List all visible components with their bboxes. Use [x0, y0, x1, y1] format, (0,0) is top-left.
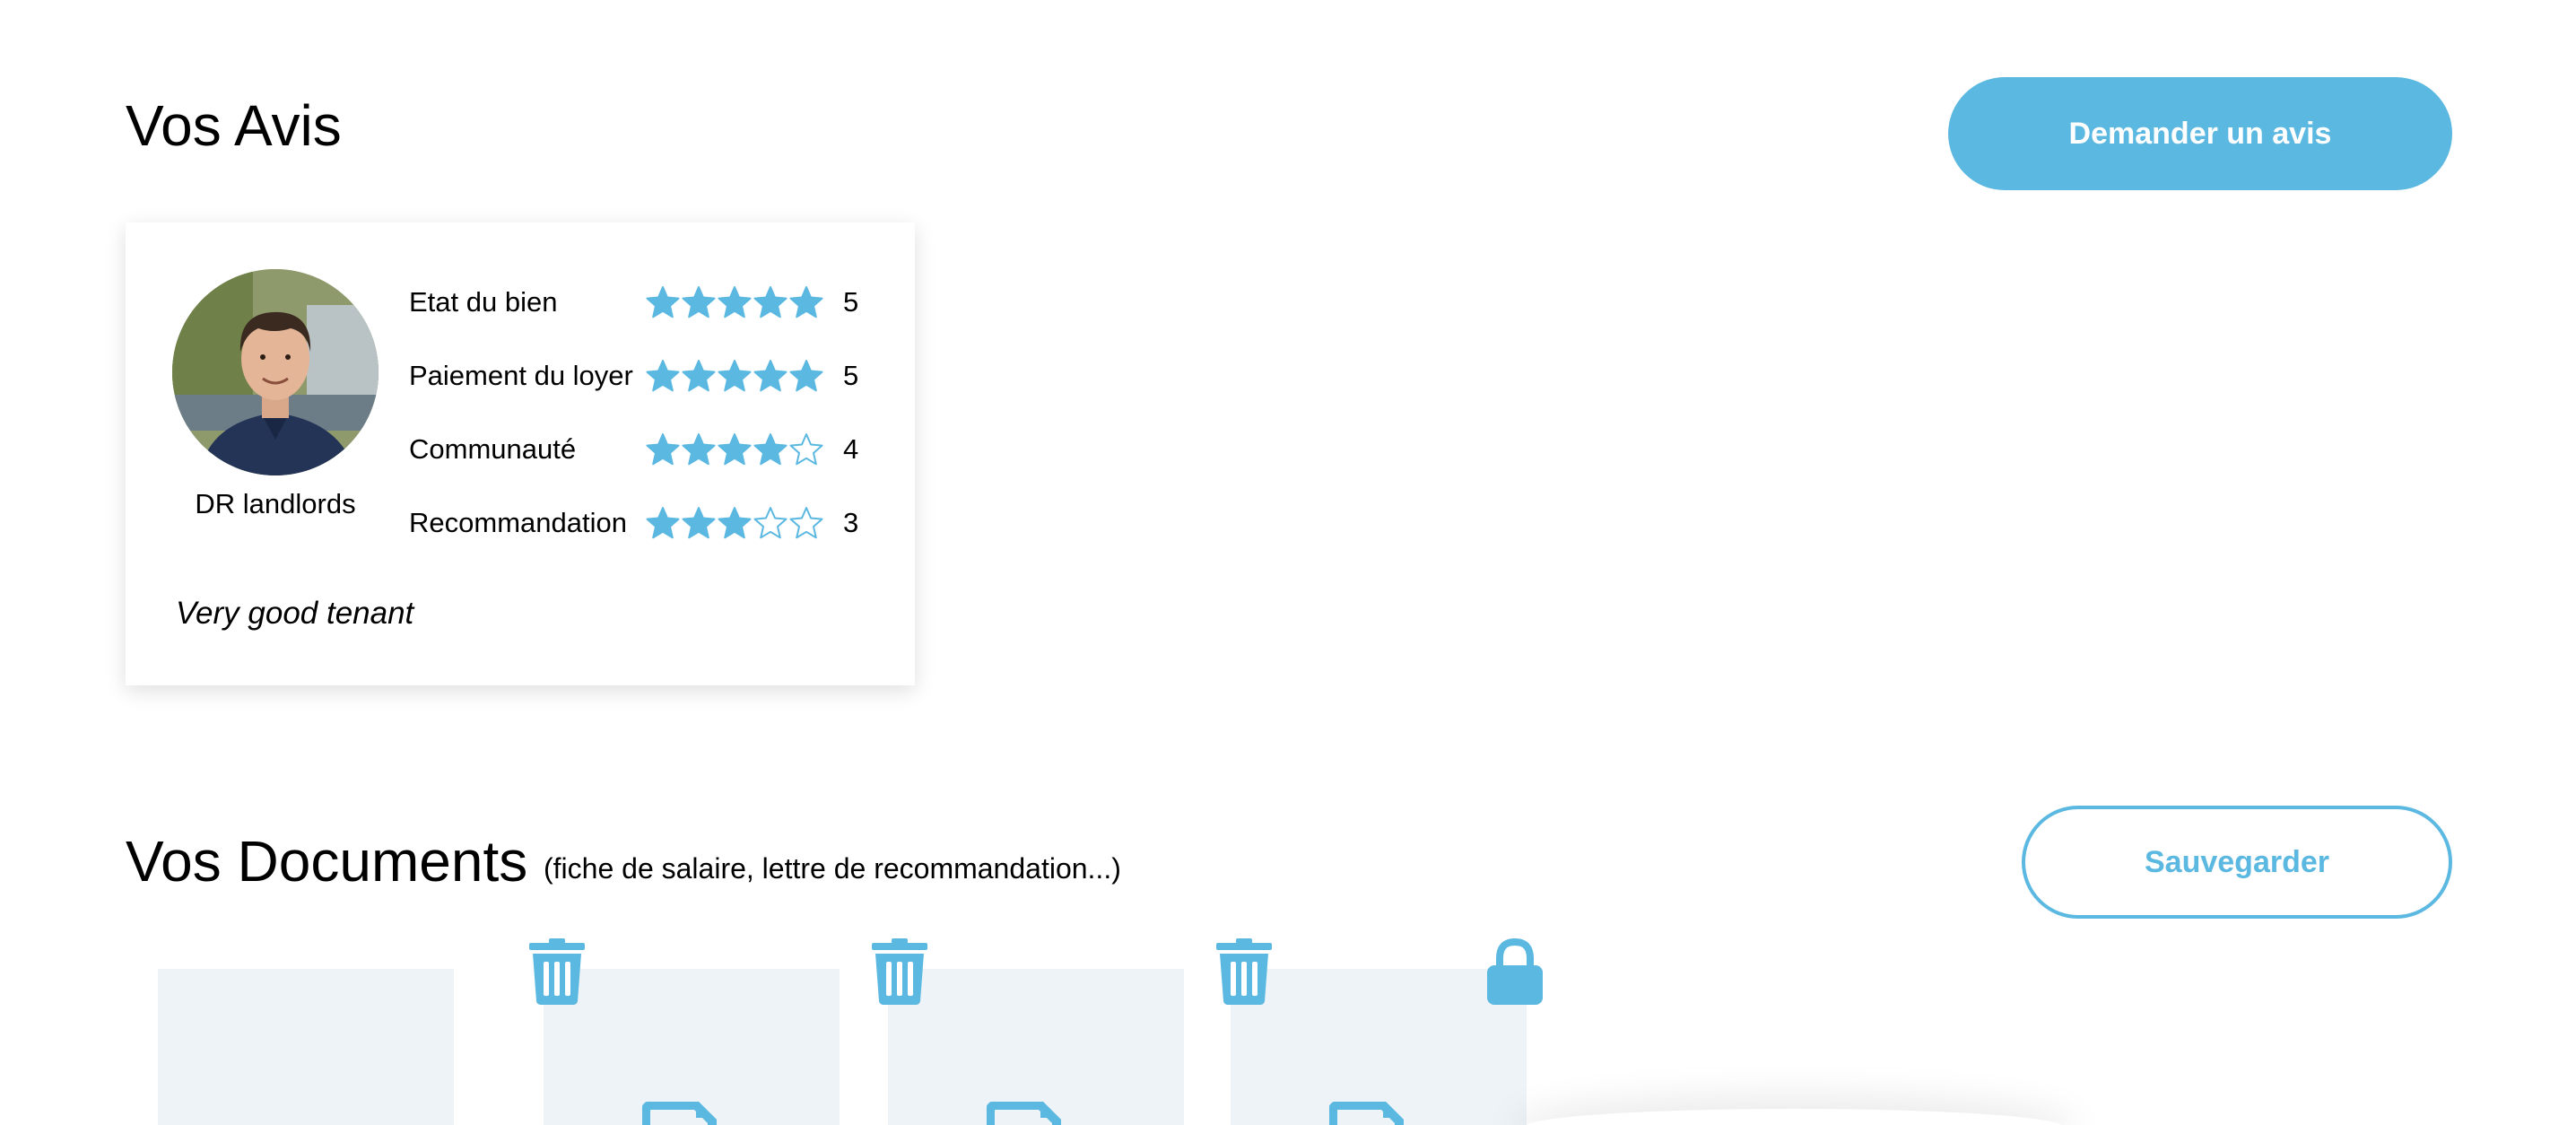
- star-filled-icon: [682, 433, 716, 466]
- star-filled-icon: [718, 286, 752, 318]
- reviewer-name: DR landlords: [195, 488, 356, 519]
- file-icon: [987, 1102, 1061, 1125]
- star-filled-icon: [682, 286, 716, 318]
- star-filled-icon: [646, 507, 680, 539]
- file-icon: [642, 1102, 717, 1125]
- star-rating: [646, 432, 829, 467]
- rating-label: Communauté: [409, 433, 577, 465]
- star-filled-icon: [718, 433, 752, 466]
- trash-icon[interactable]: [527, 938, 587, 1005]
- document-upload-tile[interactable]: [158, 969, 454, 1125]
- star-filled-icon: [789, 286, 823, 318]
- star-filled-icon: [718, 507, 752, 539]
- rating-label: Etat du bien: [409, 286, 558, 318]
- rating-row-communaute: Communauté 4: [409, 413, 858, 486]
- star-filled-icon: [753, 286, 788, 318]
- star-rating: [646, 285, 829, 319]
- star-empty-icon: [753, 507, 788, 539]
- overlay-shadow: [1525, 1109, 2063, 1125]
- rating-score: 5: [843, 286, 859, 318]
- trash-icon[interactable]: [1214, 938, 1274, 1005]
- star-filled-icon: [646, 286, 680, 318]
- star-filled-icon: [753, 360, 788, 392]
- file-icon: [1329, 1102, 1404, 1125]
- star-filled-icon: [789, 360, 823, 392]
- rating-score: 5: [843, 360, 859, 391]
- rating-criteria-list: Etat du bien 5 Paiement du loyer 5 Commu…: [409, 266, 858, 560]
- trash-icon[interactable]: [870, 938, 929, 1005]
- avatar: [172, 269, 379, 475]
- star-rating: [646, 359, 829, 393]
- profile-page: Vos Avis Demander un avis DR landlords E…: [0, 0, 2576, 1125]
- rating-label: Recommandation: [409, 507, 627, 538]
- star-empty-icon: [789, 507, 823, 539]
- reviewer-photo: [172, 269, 379, 475]
- review-comment: Very good tenant: [176, 596, 414, 631]
- star-filled-icon: [646, 433, 680, 466]
- rating-label: Paiement du loyer: [409, 360, 633, 391]
- save-button[interactable]: Sauvegarder: [2022, 806, 2452, 919]
- lock-icon[interactable]: [1485, 938, 1545, 1005]
- documents-title: Vos Documents: [126, 829, 528, 894]
- star-empty-icon: [789, 433, 823, 466]
- rating-score: 4: [843, 433, 859, 465]
- request-review-button[interactable]: Demander un avis: [1948, 77, 2452, 190]
- rating-score: 3: [843, 507, 859, 538]
- rating-row-paiement-du-loyer: Paiement du loyer 5: [409, 339, 858, 413]
- star-filled-icon: [753, 433, 788, 466]
- rating-row-etat-du-bien: Etat du bien 5: [409, 266, 858, 339]
- star-filled-icon: [682, 360, 716, 392]
- star-filled-icon: [682, 507, 716, 539]
- rating-row-recommandation: Recommandation 3: [409, 486, 858, 560]
- review-card: DR landlords Etat du bien 5 Paiement du …: [126, 222, 915, 685]
- star-filled-icon: [646, 360, 680, 392]
- star-rating: [646, 506, 829, 540]
- documents-subtitle: (fiche de salaire, lettre de recommandat…: [544, 852, 1121, 885]
- star-filled-icon: [718, 360, 752, 392]
- reviews-title: Vos Avis: [126, 93, 342, 158]
